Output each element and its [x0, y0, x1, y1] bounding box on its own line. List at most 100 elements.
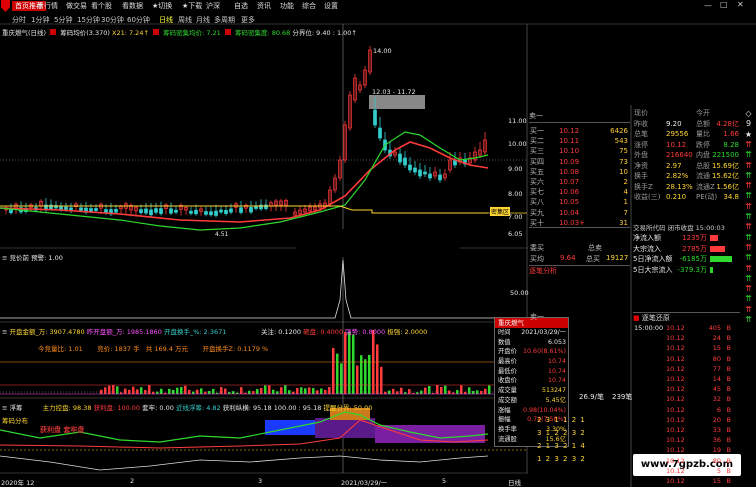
- ma-red: [0, 141, 489, 223]
- menu-item-12[interactable]: 设置: [324, 1, 338, 11]
- period-9[interactable]: 多周期: [214, 15, 235, 25]
- volume-bar: [192, 391, 195, 394]
- tooltip-value: 10.74: [547, 377, 566, 385]
- candle-body: [408, 164, 412, 171]
- period-6[interactable]: 日线: [159, 15, 173, 25]
- tick-row: 10.12 24 B: [633, 333, 739, 343]
- volume-bar: [116, 386, 119, 394]
- candle-body: [194, 209, 198, 215]
- vol-c: 开盘换手_%: 2.3671: [164, 328, 227, 336]
- zongmai-buy-label: 总买: [586, 255, 600, 263]
- menu-item-8[interactable]: 自选: [234, 1, 248, 11]
- flow-value: 1235万: [682, 234, 707, 242]
- order-volume: 543: [614, 137, 628, 146]
- stat-label-2: 总额: [696, 119, 710, 128]
- period-10[interactable]: 更多: [241, 15, 255, 25]
- tooltip-key: 最低价: [498, 367, 517, 375]
- tick-row: 10.12 80 B: [633, 456, 739, 466]
- menu-item-6[interactable]: ★下载: [182, 1, 202, 11]
- volume-bar: [420, 390, 423, 394]
- volume-bar: [276, 391, 279, 394]
- menu-item-2[interactable]: 做交易: [66, 1, 87, 11]
- price-tick-5: 6.05: [508, 230, 523, 238]
- menu-item-1[interactable]: 看行情: [37, 1, 58, 11]
- volume-bar: [304, 388, 307, 394]
- candle-body: [428, 173, 432, 179]
- tooltip-key: 换手率: [498, 425, 517, 433]
- volume-bar: [256, 389, 259, 394]
- menu-item-7[interactable]: 沪深: [206, 1, 220, 11]
- volume-bar: [368, 354, 371, 394]
- vol-g: 极强: 2.0000: [387, 328, 428, 336]
- volume-bar: [380, 366, 383, 394]
- order-price: 10.11: [559, 137, 580, 146]
- menu-item-9[interactable]: 资讯: [257, 1, 271, 11]
- volume-bar: [336, 353, 339, 394]
- volume-bar: [128, 389, 131, 394]
- period-4[interactable]: 30分钟: [101, 15, 124, 25]
- menu-item-4[interactable]: 看数据: [122, 1, 143, 11]
- range-label: 12.03 - 11.72: [372, 88, 416, 96]
- tooltip-key: 涨幅: [498, 406, 511, 414]
- stat-label-2: 跌停: [696, 140, 710, 149]
- candle-body: [114, 209, 118, 213]
- zbfx-tab[interactable]: 逐笔分析: [529, 265, 630, 275]
- side-icon[interactable]: ⇈: [743, 314, 754, 325]
- stat-value-2: 1.56亿: [716, 182, 739, 191]
- menu-item-11[interactable]: 综合: [302, 1, 316, 11]
- tick-volume: 15: [712, 344, 721, 353]
- volume-bar: [232, 391, 235, 394]
- volume-bar: [476, 390, 479, 394]
- tick-flag: B: [726, 426, 731, 434]
- tooltip-row: 数值 6.053: [495, 338, 568, 348]
- volume-bar: [396, 391, 399, 394]
- chip-b: 获利盘: 100.00: [93, 404, 141, 412]
- stat-value-2: 34.8: [723, 193, 739, 201]
- tick-price: 10.12: [666, 456, 685, 465]
- chip-f: 100.00 : 95.18: [273, 404, 322, 412]
- volume-bar: [468, 387, 471, 394]
- data-tooltip: 重庆燃气 时间 2021/03/29/一 数值 6.053 开盘价 10.60(8.61%…: [494, 317, 569, 447]
- zongmai-label: 总卖: [588, 244, 602, 252]
- stat-row: 涨停 10.12 跌停 8.28: [633, 140, 739, 150]
- order-row: 买二 10.11 543: [529, 137, 630, 147]
- volume-bar: [456, 390, 459, 394]
- tick-tab[interactable]: ■ 逐笔还原: [633, 312, 740, 322]
- period-3[interactable]: 15分钟: [77, 15, 100, 25]
- stat-value: 9.20: [666, 119, 682, 128]
- ma-green: [0, 131, 489, 231]
- stat-label: 昨收: [634, 119, 648, 128]
- sell-one-bottom: 卖一: [530, 313, 544, 321]
- stat-label-2: 内盘: [696, 151, 710, 159]
- tick-price: 10.12: [666, 405, 685, 414]
- ma-yellow: [0, 205, 488, 214]
- order-price: 10.05: [559, 198, 580, 207]
- period-8[interactable]: 月线: [196, 15, 210, 25]
- tooltip-row: 成交量 513247: [495, 386, 568, 396]
- period-2[interactable]: 5分钟: [54, 15, 72, 25]
- period-7[interactable]: 周线: [178, 15, 192, 25]
- tooltip-row: 最低价 10.74: [495, 367, 568, 377]
- menu-item-5[interactable]: ★切换: [152, 1, 172, 11]
- period-5[interactable]: 60分钟: [127, 15, 150, 25]
- tick-flag: B: [726, 405, 731, 414]
- menu-item-10[interactable]: 功能: [280, 1, 294, 11]
- menu-item-3[interactable]: 看个股: [91, 1, 112, 11]
- candle-body: [64, 206, 68, 210]
- volume-bar: [408, 389, 411, 394]
- period-1[interactable]: 1分钟: [31, 15, 49, 25]
- volume-bar: [484, 388, 487, 394]
- zongmai-buy-value: 19127: [606, 254, 629, 262]
- volume-bar: [112, 385, 115, 394]
- period-0[interactable]: 分时: [12, 15, 26, 25]
- tooltip-value: 10.74: [547, 358, 566, 366]
- candle-body: [249, 207, 253, 213]
- candle-body: [89, 208, 93, 212]
- order-volume: 1: [623, 198, 628, 207]
- stat-value: 2.97: [666, 161, 682, 170]
- volume-bar: [212, 388, 215, 394]
- volume-bar: [248, 390, 251, 394]
- candle-body: [398, 153, 402, 163]
- volume-bar: [356, 365, 359, 394]
- volume-bar: [320, 388, 323, 394]
